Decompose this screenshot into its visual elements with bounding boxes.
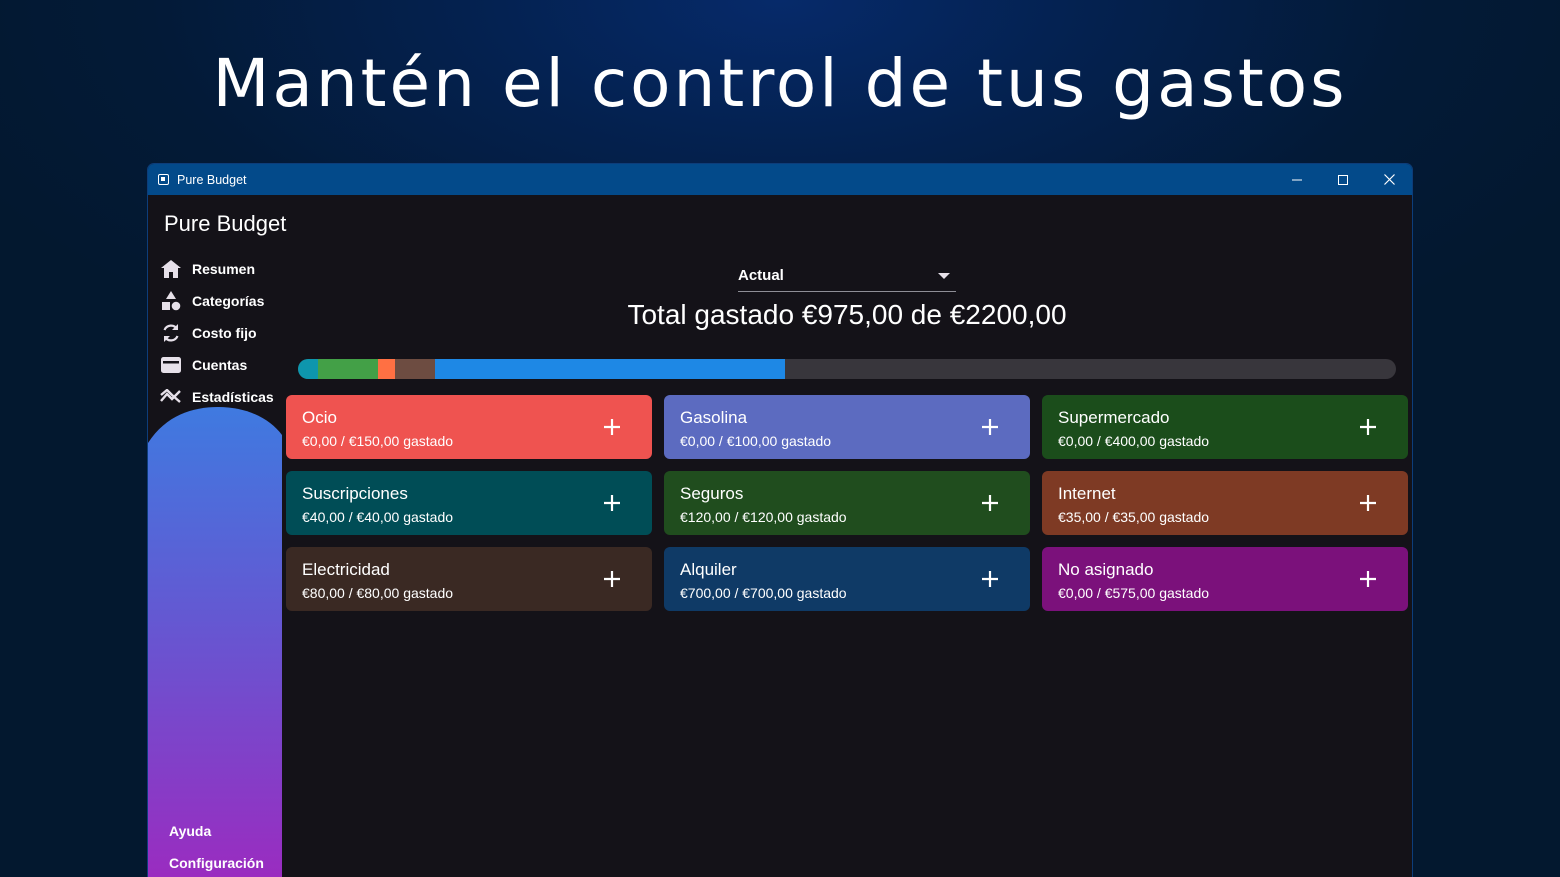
category-amount: €0,00 / €400,00 gastado (1058, 433, 1210, 449)
category-card[interactable]: Supermercado €0,00 / €400,00 gastado (1042, 395, 1408, 459)
sidebar-item-estadisticas[interactable]: Estadísticas (160, 381, 284, 413)
sidebar-decoration (148, 407, 282, 877)
category-card[interactable]: Alquiler €700,00 / €700,00 gastado (664, 547, 1030, 611)
budget-progress-bar (298, 359, 1396, 379)
window-title: Pure Budget (177, 172, 247, 187)
category-grid: Ocio €0,00 / €150,00 gastado Gasolina €0,00… (286, 395, 1408, 611)
close-icon (1383, 174, 1395, 185)
refresh-icon (160, 322, 182, 344)
add-expense-button[interactable] (1352, 411, 1384, 443)
category-amount: €80,00 / €80,00 gastado (302, 585, 454, 601)
minimize-icon (1292, 179, 1302, 180)
category-card[interactable]: Ocio €0,00 / €150,00 gastado (286, 395, 652, 459)
category-card[interactable]: No asignado €0,00 / €575,00 gastado (1042, 547, 1408, 611)
category-name: Ocio (302, 408, 337, 427)
category-name: Seguros (680, 484, 744, 503)
sidebar-item-label: Resumen (192, 261, 256, 277)
settings-link[interactable]: Configuración (169, 847, 279, 877)
sidebar-nav: Resumen Categorías Costo fijo Cuentas Es… (160, 253, 284, 413)
maximize-button[interactable] (1320, 164, 1366, 195)
plus-icon (1360, 495, 1376, 511)
category-name: Supermercado (1058, 408, 1170, 427)
add-expense-button[interactable] (974, 411, 1006, 443)
category-name: Internet (1058, 484, 1116, 503)
sidebar-item-categorias[interactable]: Categorías (160, 285, 284, 317)
add-expense-button[interactable] (596, 411, 628, 443)
plus-icon (604, 495, 620, 511)
help-link[interactable]: Ayuda (169, 815, 279, 847)
category-name: Gasolina (680, 408, 748, 427)
minimize-button[interactable] (1274, 164, 1320, 195)
plus-icon (982, 571, 998, 587)
sidebar-item-label: Cuentas (192, 357, 248, 373)
category-card[interactable]: Seguros €120,00 / €120,00 gastado (664, 471, 1030, 535)
category-name: No asignado (1058, 560, 1154, 579)
plus-icon (982, 419, 998, 435)
sidebar-item-label: Estadísticas (192, 389, 274, 405)
shapes-icon (160, 290, 182, 312)
add-expense-button[interactable] (974, 487, 1006, 519)
category-name: Alquiler (680, 560, 737, 579)
title-bar: Pure Budget (148, 164, 1412, 195)
progress-segment (395, 359, 436, 379)
add-expense-button[interactable] (596, 563, 628, 595)
period-dropdown[interactable]: Actual (738, 259, 956, 292)
category-amount: €0,00 / €100,00 gastado (680, 433, 832, 449)
sidebar-item-cuentas[interactable]: Cuentas (160, 349, 284, 381)
app-icon (158, 174, 169, 185)
plus-icon (1360, 419, 1376, 435)
app-title: Pure Budget (164, 211, 287, 236)
plus-icon (982, 495, 998, 511)
app-window: Pure Budget Pure Budget Resumen Categorí… (148, 164, 1412, 877)
category-amount: €700,00 / €700,00 gastado (680, 585, 847, 601)
category-card[interactable]: Gasolina €0,00 / €100,00 gastado (664, 395, 1030, 459)
plus-icon (1360, 571, 1376, 587)
plus-icon (604, 419, 620, 435)
progress-segment (377, 359, 396, 379)
add-expense-button[interactable] (974, 563, 1006, 595)
window-controls (1274, 164, 1412, 195)
add-expense-button[interactable] (596, 487, 628, 519)
chevron-down-icon (938, 273, 950, 279)
chart-icon (160, 386, 182, 408)
sidebar-bottom-links: Ayuda Configuración (169, 815, 279, 877)
sidebar-item-label: Costo fijo (192, 325, 257, 341)
category-name: Electricidad (302, 560, 390, 579)
category-card[interactable]: Suscripciones €40,00 / €40,00 gastado (286, 471, 652, 535)
sidebar: Pure Budget Resumen Categorías Costo fij… (148, 195, 286, 877)
category-name: Suscripciones (302, 484, 408, 503)
category-amount: €35,00 / €35,00 gastado (1058, 509, 1210, 525)
sidebar-item-resumen[interactable]: Resumen (160, 253, 284, 285)
category-card[interactable]: Internet €35,00 / €35,00 gastado (1042, 471, 1408, 535)
wallet-icon (160, 354, 182, 376)
close-button[interactable] (1366, 164, 1412, 195)
category-amount: €40,00 / €40,00 gastado (302, 509, 454, 525)
category-amount: €0,00 / €150,00 gastado (302, 433, 454, 449)
category-amount: €120,00 / €120,00 gastado (680, 509, 847, 525)
plus-icon (604, 571, 620, 587)
main-content: Actual Total gastado €975,00 de €2200,00… (282, 195, 1412, 877)
sidebar-item-label: Categorías (192, 293, 265, 309)
add-expense-button[interactable] (1352, 487, 1384, 519)
total-spent: Total gastado €975,00 de €2200,00 (627, 299, 1067, 330)
headline: Mantén el control de tus gastos (212, 45, 1348, 122)
maximize-icon (1338, 174, 1348, 185)
category-amount: €0,00 / €575,00 gastado (1058, 585, 1210, 601)
progress-segment (298, 359, 318, 379)
progress-segment (317, 359, 378, 379)
period-value: Actual (738, 267, 784, 284)
sidebar-item-costo-fijo[interactable]: Costo fijo (160, 317, 284, 349)
home-icon (160, 258, 182, 280)
progress-segment (435, 359, 785, 379)
add-expense-button[interactable] (1352, 563, 1384, 595)
category-card[interactable]: Electricidad €80,00 / €80,00 gastado (286, 547, 652, 611)
